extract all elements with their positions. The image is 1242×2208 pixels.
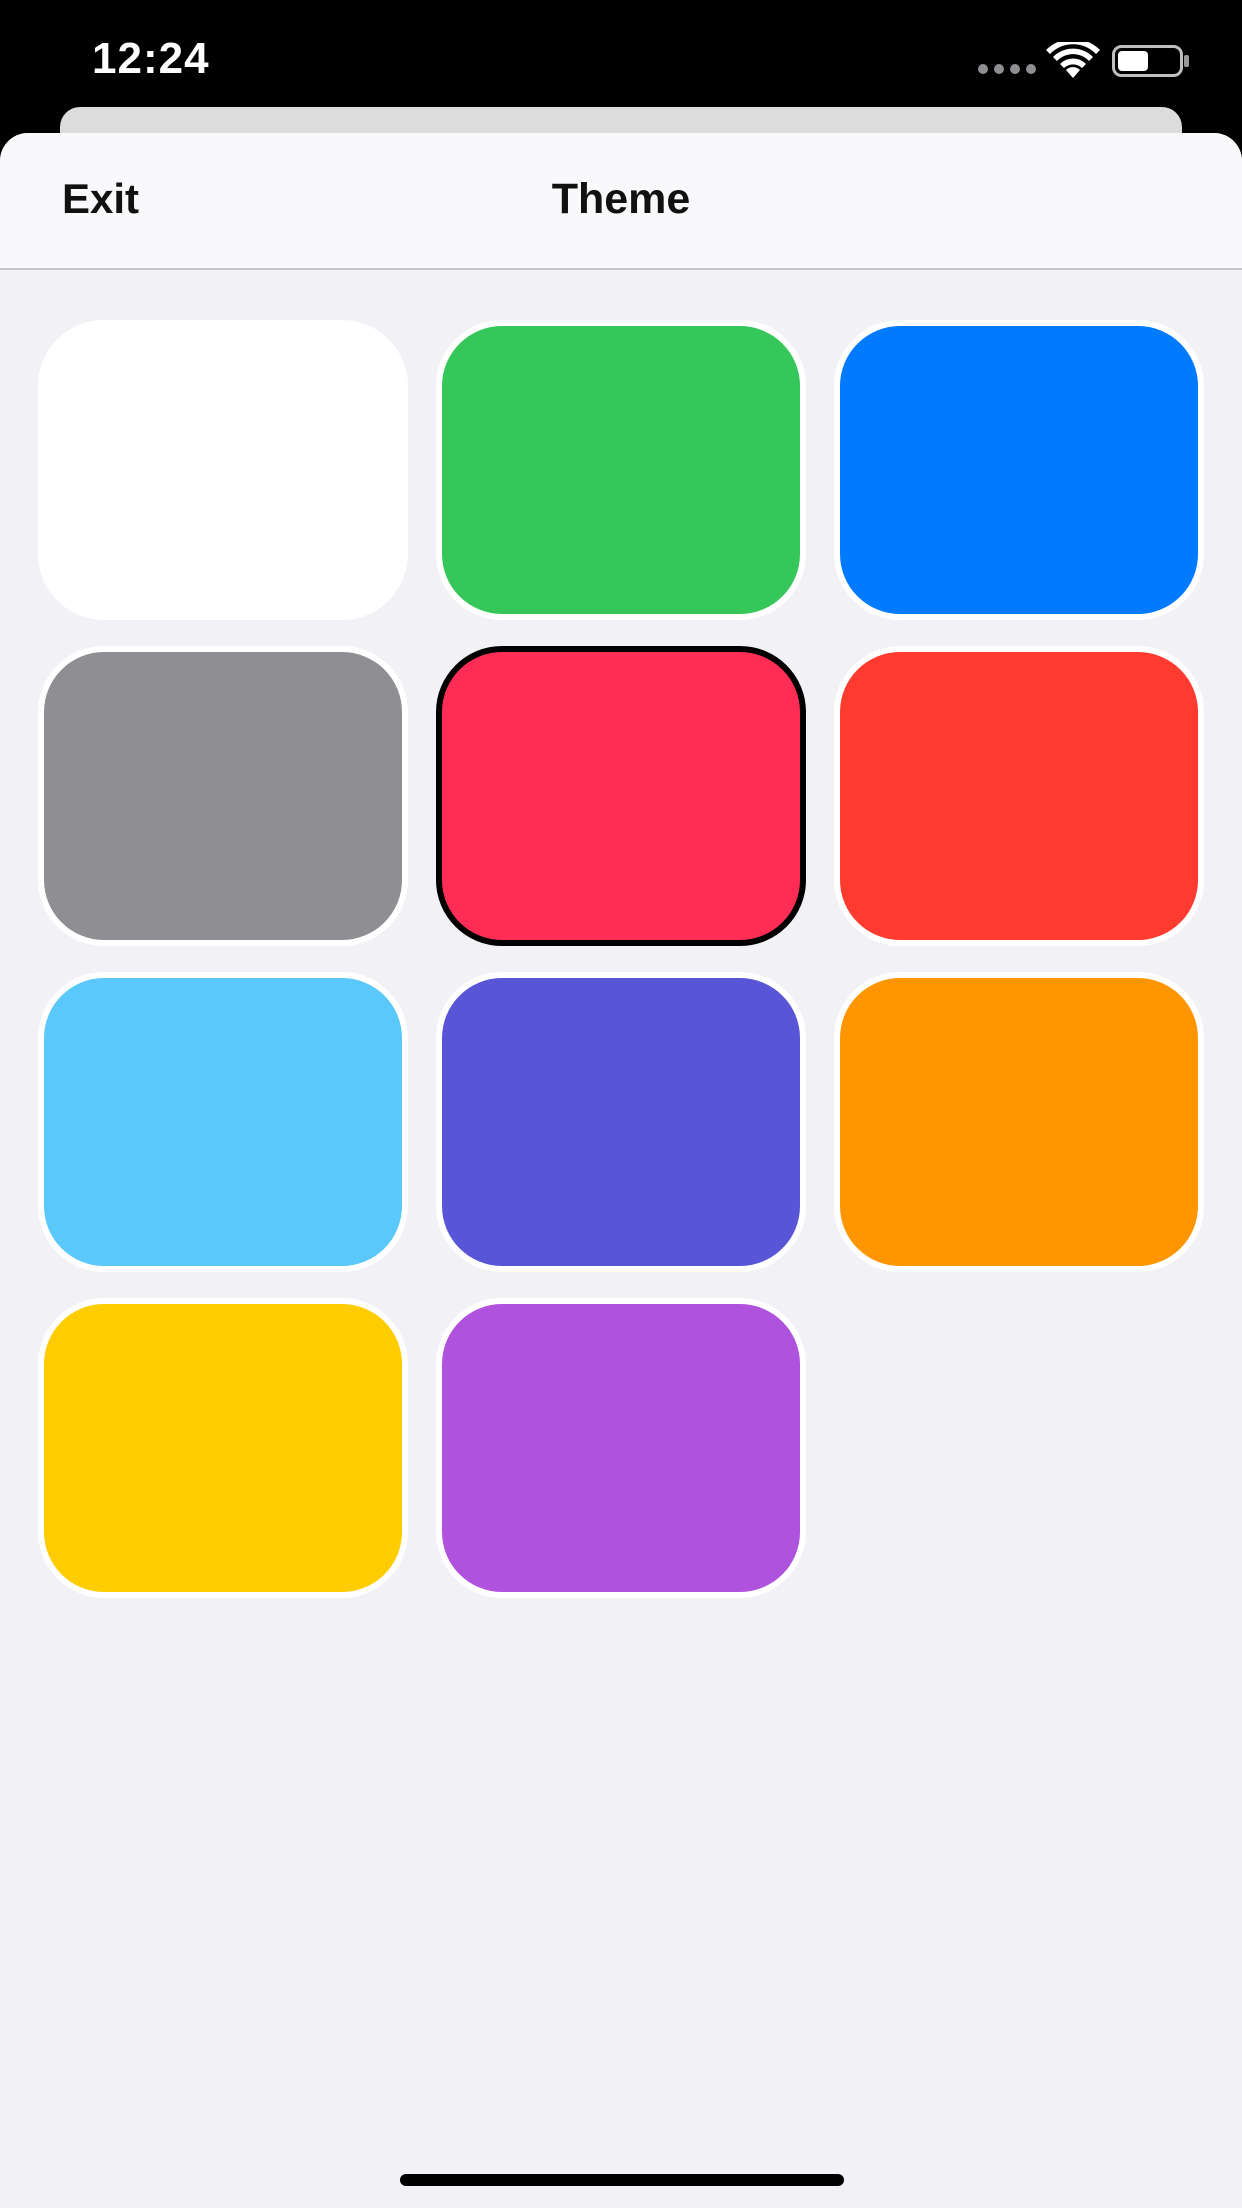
swatch-color-orange (840, 978, 1198, 1266)
theme-swatch-grid (38, 320, 1204, 1598)
theme-swatch-yellow[interactable] (38, 1298, 408, 1598)
theme-swatch-gray[interactable] (38, 646, 408, 946)
status-bar: 12:24 (0, 0, 1242, 108)
screen: 12:24 Exit Theme (0, 0, 1242, 2208)
theme-swatch-blue[interactable] (834, 320, 1204, 620)
theme-swatch-purple[interactable] (436, 1298, 806, 1598)
theme-swatch-pink[interactable] (436, 646, 806, 946)
signal-icon (978, 64, 1036, 74)
swatch-color-pink (442, 652, 800, 940)
swatch-color-gray (44, 652, 402, 940)
swatch-color-yellow (44, 1304, 402, 1592)
swatch-color-green (442, 326, 800, 614)
theme-swatch-white[interactable] (38, 320, 408, 620)
theme-swatch-red[interactable] (834, 646, 1204, 946)
swatch-color-purple (442, 1304, 800, 1592)
nav-bar: Exit Theme (0, 133, 1242, 270)
theme-sheet: Exit Theme (0, 133, 1242, 2208)
swatch-color-blue (840, 326, 1198, 614)
theme-swatch-teal[interactable] (38, 972, 408, 1272)
swatch-color-indigo (442, 978, 800, 1266)
theme-swatch-indigo[interactable] (436, 972, 806, 1272)
swatch-color-teal (44, 978, 402, 1266)
home-indicator (400, 2174, 844, 2186)
wifi-icon (1046, 42, 1100, 78)
swatch-color-red (840, 652, 1198, 940)
theme-swatch-green[interactable] (436, 320, 806, 620)
status-time: 12:24 (92, 34, 210, 83)
page-title: Theme (551, 175, 691, 223)
battery-icon (1112, 45, 1189, 77)
swatch-color-white (44, 326, 402, 614)
theme-swatch-orange[interactable] (834, 972, 1204, 1272)
